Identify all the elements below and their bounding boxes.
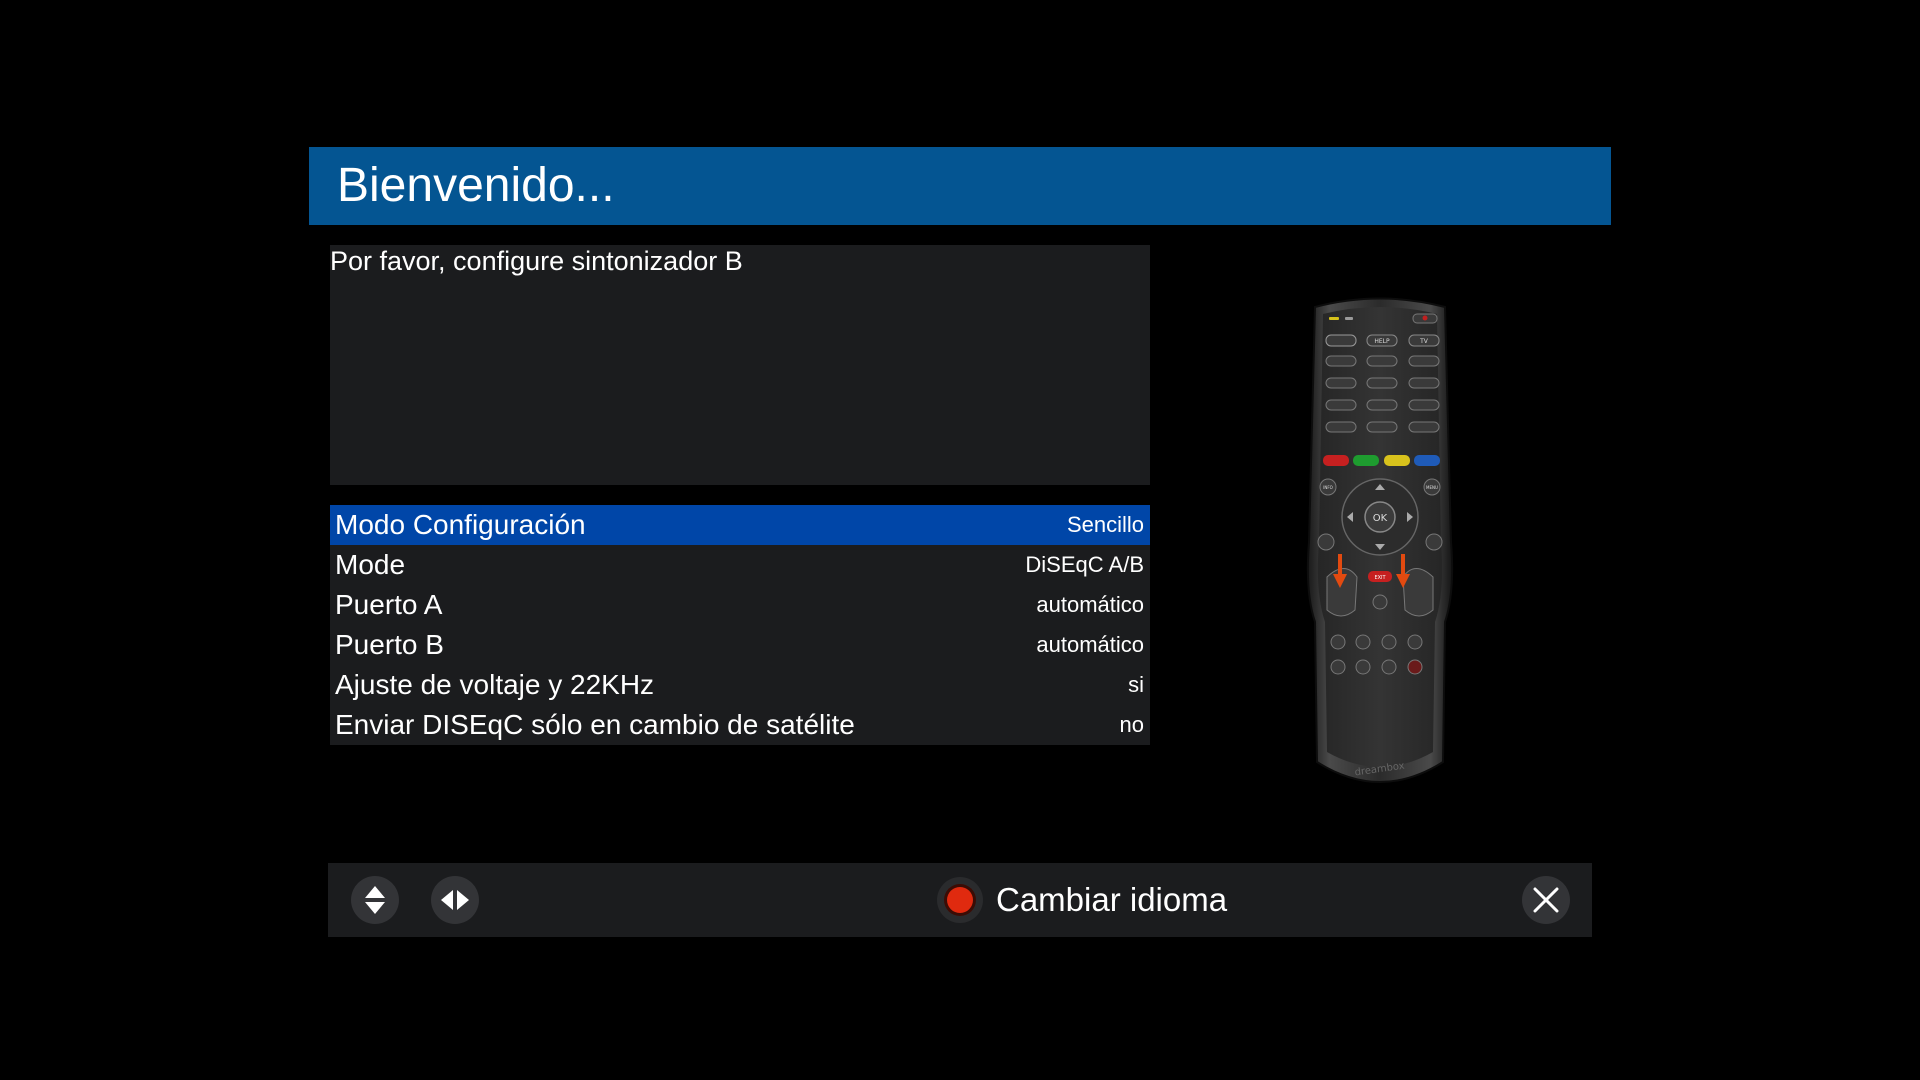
config-value: si <box>1128 672 1144 697</box>
info-key-label: INFO <box>1323 485 1333 490</box>
bottom-bar: Cambiar idioma <box>328 863 1592 937</box>
config-value: Sencillo <box>1066 512 1144 537</box>
left-right-button[interactable] <box>431 876 479 924</box>
config-label: Puerto A <box>335 589 443 620</box>
close-icon <box>1533 887 1559 913</box>
config-label: Ajuste de voltaje y 22KHz <box>335 669 655 700</box>
red-circle-icon <box>947 887 973 913</box>
config-row-voltaje-22khz[interactable]: Ajuste de voltaje y 22KHz si <box>330 665 1150 705</box>
change-language-label[interactable]: Cambiar idioma <box>996 880 1227 920</box>
title-bar: Bienvenido... <box>309 147 1611 225</box>
red-key-button[interactable] <box>937 877 983 923</box>
info-box: Por favor, configure sintonizador B <box>330 245 1150 485</box>
remote-control-image: HELP TV INFO MENU OK EXIT dreambox <box>1305 292 1455 797</box>
config-label: Modo Configuración <box>335 509 586 540</box>
page-title: Bienvenido... <box>337 159 615 212</box>
config-value: no <box>1119 712 1144 737</box>
config-row-puerto-a[interactable]: Puerto A automático <box>330 585 1150 625</box>
config-value: automático <box>1036 632 1144 657</box>
up-down-button[interactable] <box>351 876 399 924</box>
up-down-arrows-icon <box>365 886 385 914</box>
help-key-label: HELP <box>1374 338 1390 345</box>
config-row-mode[interactable]: Mode DiSEqC A/B <box>330 545 1150 585</box>
ok-key-label: OK <box>1373 513 1388 524</box>
config-row-diseqc-cambio-satelite[interactable]: Enviar DISEqC sólo en cambio de satélite… <box>330 705 1150 745</box>
tv-key-label: TV <box>1419 338 1429 345</box>
config-row-modo-configuracion[interactable]: Modo Configuración Sencillo <box>330 505 1150 545</box>
menu-key-label: MENU <box>1426 485 1438 490</box>
config-label: Puerto B <box>335 629 444 660</box>
left-right-arrows-icon <box>441 890 469 910</box>
config-value: DiSEqC A/B <box>1025 552 1144 577</box>
config-row-puerto-b[interactable]: Puerto B automático <box>330 625 1150 665</box>
config-label: Enviar DISEqC sólo en cambio de satélite <box>335 709 855 740</box>
info-message: Por favor, configure sintonizador B <box>330 246 743 276</box>
remote-control-icon: HELP TV INFO MENU OK EXIT dreambox <box>1306 297 1454 783</box>
config-value: automático <box>1036 592 1144 617</box>
close-button[interactable] <box>1522 876 1570 924</box>
exit-key-label: EXIT <box>1374 575 1386 581</box>
config-list: Modo Configuración Sencillo Mode DiSEqC … <box>330 505 1150 745</box>
config-label: Mode <box>335 549 406 580</box>
screen: Bienvenido... Por favor, configure sinto… <box>0 0 1920 1080</box>
